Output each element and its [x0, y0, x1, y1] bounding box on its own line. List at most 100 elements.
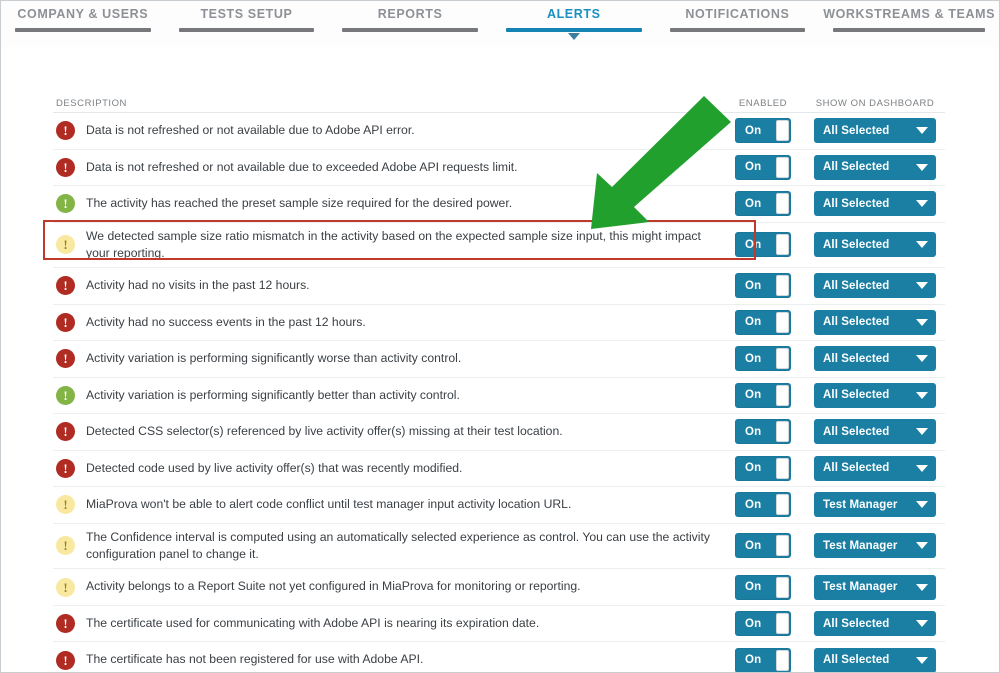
chevron-down-icon: [916, 542, 928, 550]
show-on-dashboard-select[interactable]: All Selected: [814, 382, 936, 408]
alert-description-text: We detected sample size ratio mismatch i…: [86, 228, 701, 260]
toggle-knob[interactable]: [776, 384, 789, 406]
chevron-down-icon: [916, 656, 928, 664]
table-header-row: DESCRIPTION ENABLED SHOW ON DASHBOARD: [53, 89, 945, 112]
alert-description-text: Activity had no success events in the pa…: [86, 314, 366, 329]
table-row: ! Detected code used by live activity off…: [53, 449, 945, 487]
warning-exclamation-icon: !: [56, 495, 75, 515]
enabled-toggle[interactable]: On: [735, 533, 791, 559]
tab-label: ALERTS: [546, 7, 601, 21]
show-on-dashboard-select[interactable]: All Selected: [814, 611, 936, 637]
column-header-show-on-dashboard: SHOW ON DASHBOARD: [815, 98, 935, 109]
cell-enabled: On: [721, 574, 805, 600]
warning-exclamation-icon: !: [56, 577, 75, 597]
toggle-label: On: [745, 161, 762, 174]
tab-alerts[interactable]: ALERTS: [492, 7, 656, 40]
table-row: ! Activity belongs to a Report Suite not …: [53, 568, 945, 605]
cell-enabled: On: [721, 647, 805, 672]
select-value: All Selected: [823, 617, 890, 630]
enabled-toggle[interactable]: On: [735, 647, 791, 672]
tab-reports[interactable]: REPORTS: [328, 7, 492, 32]
chevron-down-icon: [916, 241, 928, 249]
cell-enabled: On: [721, 118, 805, 144]
toggle-label: On: [745, 654, 762, 667]
toggle-knob[interactable]: [776, 421, 789, 443]
enabled-toggle[interactable]: On: [735, 154, 791, 180]
toggle-knob[interactable]: [776, 613, 789, 635]
enabled-toggle[interactable]: On: [735, 191, 791, 217]
cell-description: ! Activity had no visits in the past 12 h…: [53, 271, 721, 300]
enabled-toggle[interactable]: On: [735, 574, 791, 600]
show-on-dashboard-select[interactable]: All Selected: [814, 191, 936, 217]
tab-workstreams-teams[interactable]: WORKSTREAMS & TEAMS: [819, 7, 999, 32]
toggle-knob[interactable]: [776, 494, 789, 516]
enabled-toggle[interactable]: On: [735, 309, 791, 335]
toggle-knob[interactable]: [776, 457, 789, 479]
toggle-knob[interactable]: [776, 120, 789, 142]
show-on-dashboard-select[interactable]: All Selected: [814, 273, 936, 299]
tab-notifications[interactable]: NOTIFICATIONS: [656, 7, 820, 32]
error-exclamation-icon: !: [56, 349, 75, 369]
show-on-dashboard-select[interactable]: All Selected: [814, 346, 936, 372]
cell-enabled: On: [721, 611, 805, 637]
show-on-dashboard-select[interactable]: Test Manager: [814, 533, 936, 559]
toggle-knob[interactable]: [776, 311, 789, 333]
cell-description: ! The certificate used for communicating …: [53, 609, 721, 638]
table-row: ! Activity variation is performing signif…: [53, 376, 945, 414]
cell-enabled: On: [721, 419, 805, 445]
tab-tests-setup[interactable]: TESTS SETUP: [165, 7, 329, 32]
toggle-knob[interactable]: [776, 234, 789, 256]
tab-underline: [669, 28, 806, 32]
table-row: ! The activity has reached the preset sam…: [53, 185, 945, 222]
cell-description: ! The certificate has not been registered…: [53, 646, 721, 672]
show-on-dashboard-select[interactable]: All Selected: [814, 232, 936, 258]
enabled-toggle[interactable]: On: [735, 232, 791, 258]
toggle-knob[interactable]: [776, 576, 789, 598]
column-header-enabled: ENABLED: [738, 98, 788, 109]
enabled-toggle[interactable]: On: [735, 118, 791, 144]
tab-company-users[interactable]: COMPANY & USERS: [1, 7, 165, 32]
toggle-knob[interactable]: [776, 156, 789, 178]
alert-description-text: Activity belongs to a Report Suite not y…: [86, 579, 581, 594]
toggle-knob[interactable]: [776, 535, 789, 557]
cell-enabled: On: [721, 273, 805, 299]
show-on-dashboard-select[interactable]: Test Manager: [814, 492, 936, 518]
warning-exclamation-icon: !: [56, 235, 75, 255]
show-on-dashboard-select[interactable]: All Selected: [814, 309, 936, 335]
enabled-toggle[interactable]: On: [735, 419, 791, 445]
enabled-toggle[interactable]: On: [735, 492, 791, 518]
show-on-dashboard-select[interactable]: Test Manager: [814, 574, 936, 600]
table-row: ! Activity variation is performing signif…: [53, 340, 945, 377]
cell-enabled: On: [721, 455, 805, 481]
cell-description: ! MiaProva won't be able to alert code co…: [53, 490, 721, 519]
cell-show-on-dashboard: All Selected: [805, 455, 945, 481]
cell-show-on-dashboard: All Selected: [805, 118, 945, 144]
cell-description: ! Activity variation is performing signif…: [53, 344, 721, 373]
toggle-knob[interactable]: [776, 193, 789, 215]
alert-description-text: MiaProva won't be able to alert code con…: [86, 497, 572, 512]
toggle-label: On: [745, 279, 762, 292]
show-on-dashboard-select[interactable]: All Selected: [814, 154, 936, 180]
cell-enabled: On: [721, 154, 805, 180]
show-on-dashboard-select[interactable]: All Selected: [814, 118, 936, 144]
tab-label: WORKSTREAMS & TEAMS: [823, 7, 996, 21]
enabled-toggle[interactable]: On: [735, 455, 791, 481]
enabled-toggle[interactable]: On: [735, 611, 791, 637]
enabled-toggle[interactable]: On: [735, 273, 791, 299]
toggle-label: On: [745, 539, 762, 552]
cell-show-on-dashboard: All Selected: [805, 611, 945, 637]
enabled-toggle[interactable]: On: [735, 346, 791, 372]
show-on-dashboard-select[interactable]: All Selected: [814, 419, 936, 445]
table-row: ! Detected CSS selector(s) referenced by …: [53, 413, 945, 450]
toggle-knob[interactable]: [776, 275, 789, 297]
show-on-dashboard-select[interactable]: All Selected: [814, 647, 936, 672]
show-on-dashboard-select[interactable]: All Selected: [814, 455, 936, 481]
cell-enabled: On: [721, 533, 805, 559]
select-value: All Selected: [823, 654, 890, 667]
enabled-toggle[interactable]: On: [735, 382, 791, 408]
chevron-down-icon: [567, 33, 580, 40]
cell-show-on-dashboard: All Selected: [805, 382, 945, 408]
toggle-knob[interactable]: [776, 649, 789, 671]
cell-show-on-dashboard: All Selected: [805, 232, 945, 258]
toggle-knob[interactable]: [776, 348, 789, 370]
